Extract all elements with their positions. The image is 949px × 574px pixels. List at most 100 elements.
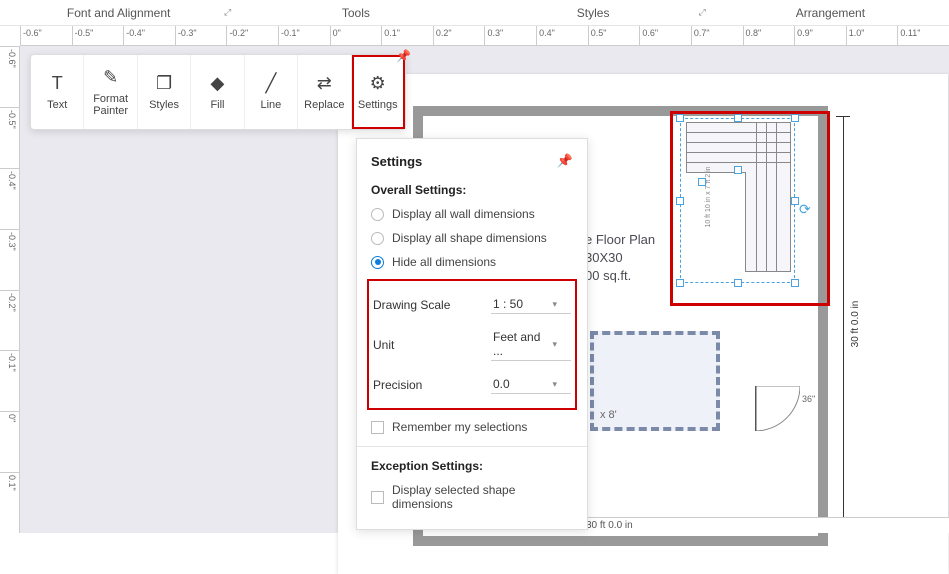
tab-label: Arrangement	[796, 6, 865, 20]
pin-icon[interactable]: 📌	[557, 153, 573, 169]
pin-icon[interactable]: 📌	[396, 49, 411, 63]
fill-icon: ◆	[206, 73, 228, 95]
ruler-tick: -0.6"	[20, 26, 72, 45]
scale-select[interactable]: 1 : 50	[491, 295, 571, 314]
tab-label: Font and Alignment	[67, 6, 170, 20]
checkbox-icon	[371, 421, 384, 434]
gear-icon: ⚙	[367, 73, 389, 95]
resize-handle[interactable]	[676, 197, 684, 205]
floorplan-area-line: 00 sq.ft.	[585, 267, 655, 285]
ruler-tick: -0.4"	[123, 26, 175, 45]
door-icon[interactable]	[755, 386, 800, 431]
ruler-vertical: -0.6" -0.5" -0.4" -0.3" -0.2" -0.1" 0" 0…	[0, 46, 20, 533]
fill-button[interactable]: ◆ Fill	[191, 55, 244, 129]
ruler-tick: -0.5"	[0, 107, 19, 168]
ribbon-tab-styles[interactable]: Styles ⤢	[475, 0, 712, 25]
line-icon: ╱	[260, 73, 282, 95]
btn-label: Replace	[304, 99, 344, 111]
ruler-tick: 1.0"	[846, 26, 898, 45]
precision-label: Precision	[373, 378, 422, 392]
resize-handle[interactable]	[791, 114, 799, 122]
text-icon: T	[46, 73, 68, 95]
ribbon-tab-arrangement[interactable]: Arrangement	[712, 0, 949, 25]
ribbon-tab-font[interactable]: Font and Alignment ⤢	[0, 0, 237, 25]
styles-button[interactable]: ❐ Styles	[138, 55, 191, 129]
ruler-tick: 0"	[330, 26, 382, 45]
replace-icon: ⇄	[313, 73, 335, 95]
radio-label: Hide all dimensions	[392, 255, 496, 269]
radio-icon	[371, 256, 384, 269]
ruler-tick: 0.8"	[743, 26, 795, 45]
precision-select[interactable]: 0.0	[491, 375, 571, 394]
vertex-handle[interactable]	[734, 166, 742, 174]
section-exception-title: Exception Settings:	[371, 459, 573, 473]
btn-label: Line	[261, 99, 282, 111]
btn-label: Settings	[358, 99, 398, 111]
ruler-tick: -0.5"	[72, 26, 124, 45]
ribbon-tab-tools[interactable]: Tools	[237, 0, 474, 25]
ruler-tick: 0.3"	[484, 26, 536, 45]
checkbox-icon	[371, 491, 384, 504]
settings-panel: Settings 📌 Overall Settings: Display all…	[356, 138, 588, 530]
rotate-handle[interactable]: ⟳	[799, 201, 813, 215]
ruler-tick: -0.2"	[226, 26, 278, 45]
expand-icon[interactable]: ⤢	[699, 7, 706, 18]
expand-icon[interactable]: ⤢	[224, 7, 231, 18]
ruler-tick: -0.3"	[0, 229, 19, 290]
unit-select[interactable]: Feet and ...	[491, 328, 571, 361]
resize-handle[interactable]	[791, 197, 799, 205]
remember-checkbox[interactable]: Remember my selections	[371, 420, 573, 434]
text-button[interactable]: T Text	[31, 55, 84, 129]
styles-icon: ❐	[153, 73, 175, 95]
ruler-tick: 0.6"	[639, 26, 691, 45]
radio-icon	[371, 232, 384, 245]
ruler-tick: 0.1"	[381, 26, 433, 45]
settings-button[interactable]: ⚙ Settings	[352, 55, 405, 129]
radio-hide-all-dims[interactable]: Hide all dimensions	[371, 255, 573, 269]
scale-label: Drawing Scale	[373, 298, 450, 312]
replace-button[interactable]: ⇄ Replace	[298, 55, 351, 129]
ruler-tick: 0.5"	[588, 26, 640, 45]
resize-handle[interactable]	[676, 114, 684, 122]
radio-icon	[371, 208, 384, 221]
radio-display-wall-dims[interactable]: Display all wall dimensions	[371, 207, 573, 221]
door-dimension: 36"	[802, 394, 815, 404]
radio-display-shape-dims[interactable]: Display all shape dimensions	[371, 231, 573, 245]
floorplan-room[interactable]: x 8'	[590, 331, 720, 431]
resize-handle[interactable]	[791, 279, 799, 287]
tab-label: Styles	[577, 6, 610, 20]
resize-handle[interactable]	[734, 114, 742, 122]
format-painter-button[interactable]: ✎ Format Painter	[84, 55, 137, 129]
ruler-tick: -0.2"	[0, 290, 19, 351]
ruler-tick: -0.4"	[0, 168, 19, 229]
room-size-label: x 8'	[600, 409, 617, 421]
ruler-tick: 0"	[0, 411, 19, 472]
ruler-tick: 0.7"	[691, 26, 743, 45]
vertex-handle[interactable]	[698, 178, 706, 186]
ruler-tick: 0.2"	[433, 26, 485, 45]
selection-bounds[interactable]: ⟳	[680, 118, 795, 283]
panel-title: Settings	[371, 154, 422, 169]
ruler-tick: -0.6"	[0, 46, 19, 107]
floorplan-title-line: e Floor Plan	[585, 231, 655, 249]
ruler-tick: 0.1"	[0, 472, 19, 533]
btn-label: Styles	[149, 99, 179, 111]
tab-label: Tools	[342, 6, 370, 20]
exception-checkbox[interactable]: Display selected shape dimensions	[371, 483, 573, 511]
readout-value: 30 ft 0.0 in	[586, 520, 633, 531]
floorplan-title: e Floor Plan 30X30 00 sq.ft.	[585, 231, 655, 286]
floating-toolbar: T Text ✎ Format Painter ❐ Styles ◆ Fill …	[30, 54, 406, 130]
ruler-tick: -0.3"	[175, 26, 227, 45]
resize-handle[interactable]	[676, 279, 684, 287]
floorplan-size-line: 30X30	[585, 249, 655, 267]
paintbrush-icon: ✎	[100, 67, 122, 89]
line-button[interactable]: ╱ Line	[245, 55, 298, 129]
ruler-tick: 0.4"	[536, 26, 588, 45]
resize-handle[interactable]	[734, 279, 742, 287]
unit-label: Unit	[373, 338, 394, 352]
ruler-horizontal: -0.6" -0.5" -0.4" -0.3" -0.2" -0.1" 0" 0…	[20, 26, 949, 46]
btn-label: Text	[47, 99, 67, 111]
btn-label: Fill	[210, 99, 224, 111]
radio-label: Display all wall dimensions	[392, 207, 535, 221]
canvas[interactable]: x 8' 36" e Floor Plan 30X30 00 sq.ft. 30…	[20, 46, 949, 533]
